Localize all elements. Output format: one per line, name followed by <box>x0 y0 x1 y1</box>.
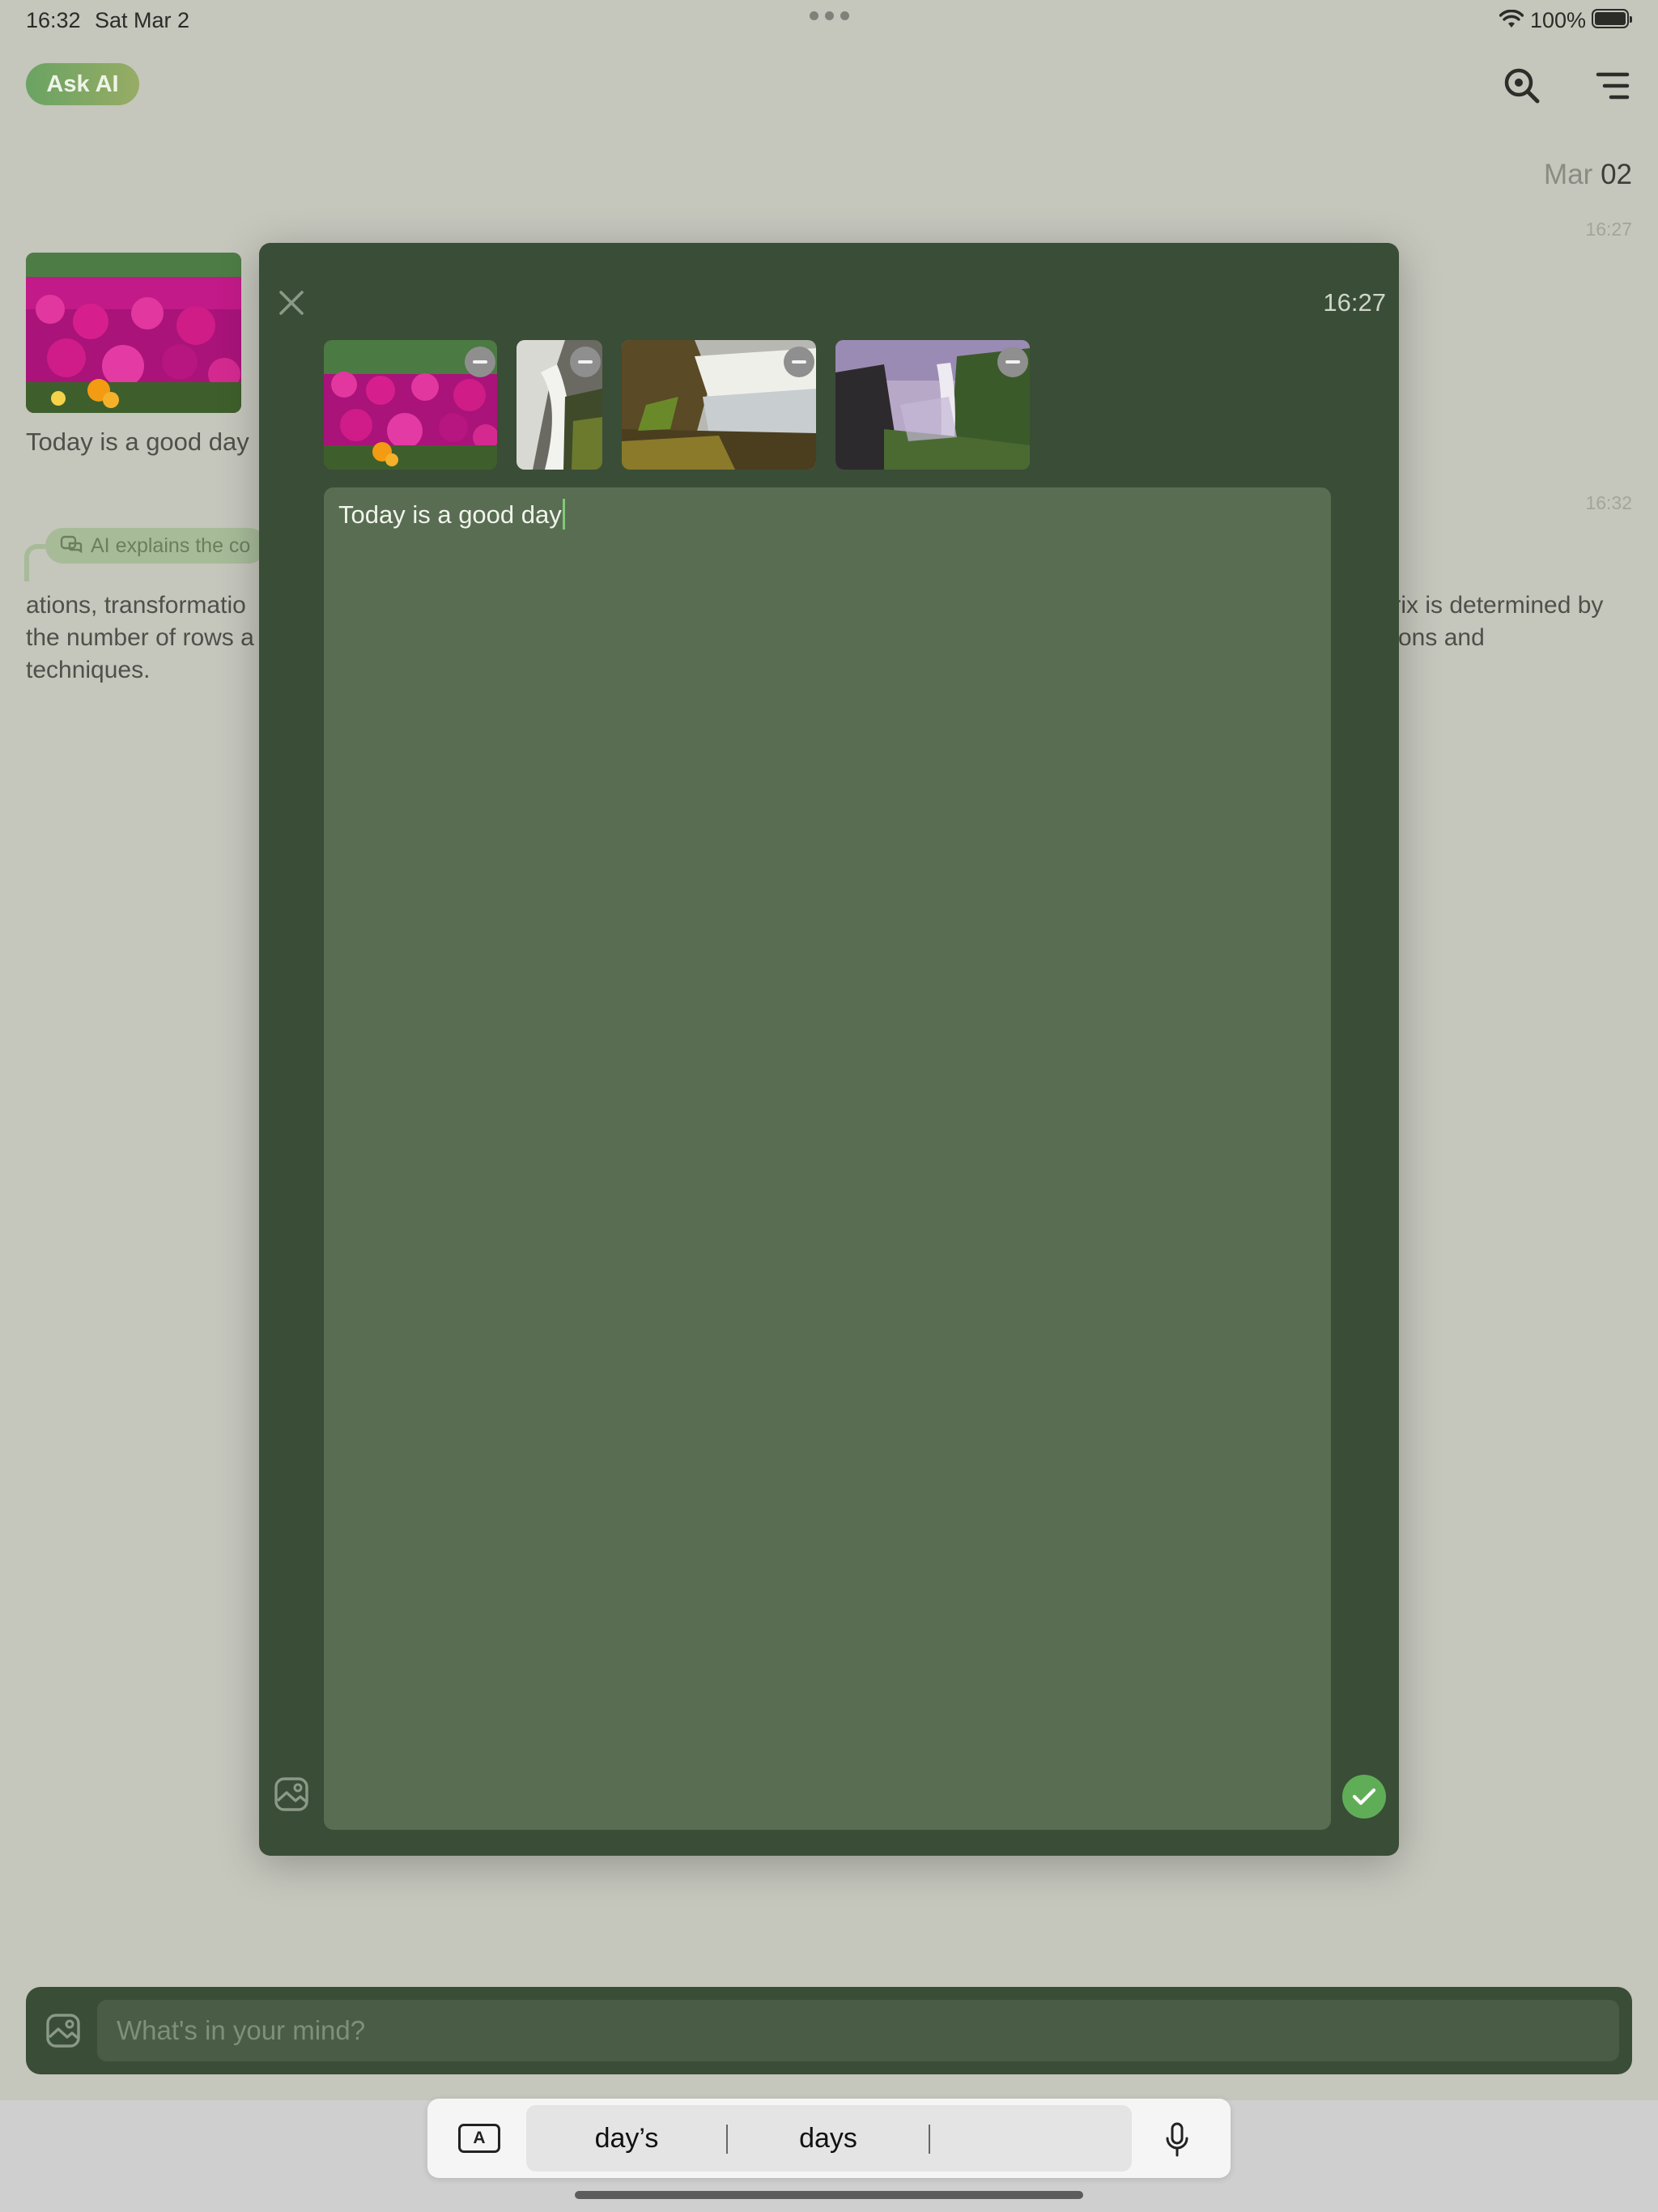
chat-bubble-icon <box>60 535 83 554</box>
composer-input[interactable]: What's in your mind? <box>97 2000 1619 2061</box>
entry-body-line: the number of rows a <box>26 624 254 651</box>
editor-image-waterfall-cliff[interactable] <box>835 340 1030 470</box>
entry-text-editor[interactable] <box>324 487 1331 1830</box>
editor-text-content: Today is a good day <box>338 500 562 529</box>
battery-percent: 100% <box>1530 8 1587 32</box>
editor-image-waterfall-closeup[interactable] <box>517 340 602 470</box>
editor-image-flowers[interactable] <box>324 340 497 470</box>
checkmark-icon <box>1352 1788 1376 1806</box>
text-caret <box>562 499 565 530</box>
composer-photo-icon[interactable] <box>42 2010 84 2052</box>
remove-image-icon[interactable] <box>784 347 814 377</box>
entry-body-line: ations, transformatio <box>26 592 246 619</box>
date-header: Mar 02 <box>1544 159 1632 191</box>
entry-text: Today is a good day <box>26 428 249 456</box>
status-time: 16:32 <box>26 8 81 32</box>
close-icon[interactable] <box>272 283 311 322</box>
entry-body-line: trix is determined by <box>1386 592 1604 619</box>
suggestion-divider <box>929 2125 930 2154</box>
ai-tag-label: AI explains the co <box>91 534 251 557</box>
quote-connector <box>24 544 45 581</box>
date-day: 02 <box>1601 159 1632 190</box>
entry-image-flowers[interactable] <box>26 253 241 413</box>
wifi-icon <box>1499 10 1524 28</box>
remove-image-icon[interactable] <box>465 347 495 377</box>
battery-icon <box>1592 9 1632 28</box>
status-date: Sat Mar 2 <box>95 8 190 32</box>
date-month: Mar <box>1544 159 1593 190</box>
remove-image-icon[interactable] <box>570 347 601 377</box>
ask-ai-button[interactable]: Ask AI <box>26 63 139 105</box>
remove-image-icon[interactable] <box>997 347 1028 377</box>
entry-time: 16:32 <box>1585 492 1632 513</box>
entry-time: 16:27 <box>1585 219 1632 240</box>
suggestion-item[interactable]: day’s <box>526 2123 727 2155</box>
confirm-save-button[interactable] <box>1342 1775 1386 1819</box>
microphone-icon[interactable] <box>1156 2120 1198 2160</box>
ai-explanation-tag[interactable]: AI explains the co <box>45 528 267 564</box>
entry-body-line: tions and <box>1386 624 1485 651</box>
editor-text[interactable]: Today is a good day <box>338 499 565 530</box>
suggestion-item[interactable]: days <box>728 2123 929 2155</box>
search-icon[interactable] <box>1499 63 1545 108</box>
modal-time: 16:27 <box>1323 288 1386 317</box>
add-photo-icon[interactable] <box>272 1775 311 1814</box>
menu-icon[interactable] <box>1590 63 1635 108</box>
text-format-key[interactable]: A <box>458 2124 500 2153</box>
multitasking-dots-icon[interactable] <box>810 11 849 20</box>
entry-body-line: techniques. <box>26 657 151 683</box>
home-indicator[interactable] <box>575 2191 1083 2199</box>
editor-image-waterfall-wide[interactable] <box>622 340 816 470</box>
